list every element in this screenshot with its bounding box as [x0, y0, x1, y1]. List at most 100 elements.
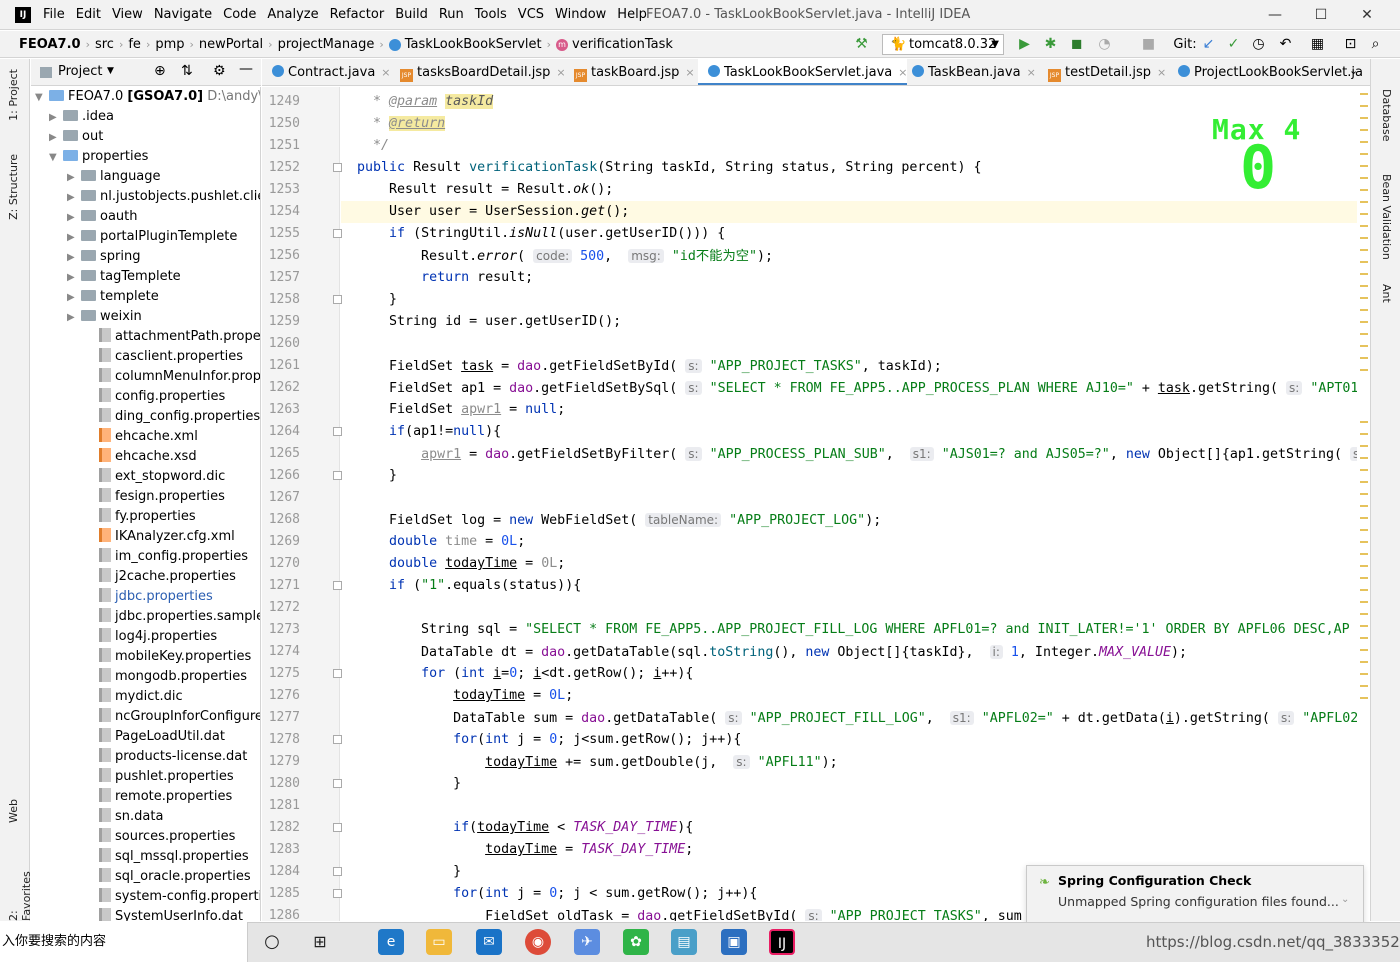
tree-item[interactable]: fesign.properties: [85, 487, 225, 507]
breadcrumb-item[interactable]: verificationTask: [572, 31, 673, 58]
tree-item[interactable]: ▶ language: [67, 167, 161, 187]
intellij-taskbar-icon[interactable]: IJ: [769, 929, 795, 955]
build-hammer-icon[interactable]: ⚒: [853, 36, 870, 53]
editor-tab[interactable]: TaskBean.java ×: [902, 59, 1036, 85]
close-tab-icon[interactable]: ×: [1157, 66, 1166, 79]
minimize-icon[interactable]: —: [1265, 5, 1285, 25]
stop-icon[interactable]: ■: [1140, 36, 1157, 53]
menu-file[interactable]: File: [43, 0, 65, 30]
tab-bean-validation[interactable]: Bean Validation: [1380, 174, 1393, 260]
menu-vcs[interactable]: VCS: [518, 0, 544, 30]
project-structure-icon[interactable]: ▦: [1309, 36, 1326, 53]
menu-refactor[interactable]: Refactor: [330, 0, 385, 30]
tree-item[interactable]: sources.properties: [85, 827, 235, 847]
expand-arrow-icon[interactable]: ▶: [67, 168, 81, 188]
run-config-select[interactable]: tomcat8.0.32 ▼ 🐈: [882, 34, 1004, 55]
project-view-select[interactable]: Project: [58, 64, 102, 79]
menu-edit[interactable]: Edit: [76, 0, 101, 30]
tree-item[interactable]: ▶ weixin: [67, 307, 142, 327]
close-tab-icon[interactable]: ×: [685, 66, 694, 79]
breadcrumb-item[interactable]: fe: [128, 31, 141, 58]
tree-item[interactable]: ▶ templete: [67, 287, 159, 307]
tree-item[interactable]: ▶ .idea: [49, 107, 114, 127]
tree-item[interactable]: ▶ spring: [67, 247, 140, 267]
menu-help[interactable]: Help: [617, 0, 647, 30]
tree-item[interactable]: casclient.properties: [85, 347, 243, 367]
tree-item[interactable]: jdbc.properties: [85, 587, 213, 607]
rollback-icon[interactable]: ↶: [1277, 36, 1294, 53]
search-icon[interactable]: ⌕: [1367, 36, 1384, 53]
menu-view[interactable]: View: [112, 0, 143, 30]
editor-tab[interactable]: JSP testDetail.jsp ×: [1038, 59, 1166, 85]
tree-item[interactable]: ehcache.xml: [85, 427, 198, 447]
tree-item[interactable]: ding_config.properties: [85, 407, 260, 427]
expand-arrow-icon[interactable]: ▶: [67, 208, 81, 228]
expand-arrow-icon[interactable]: ▼: [49, 148, 63, 168]
scrollbar-marks[interactable]: [1357, 87, 1370, 921]
wechat-icon[interactable]: ✿: [623, 929, 649, 955]
tree-item[interactable]: fy.properties: [85, 507, 196, 527]
breadcrumb-item[interactable]: projectManage: [278, 31, 375, 58]
profile-icon[interactable]: ◔: [1096, 36, 1113, 53]
tree-item[interactable]: log4j.properties: [85, 627, 217, 647]
git-update-icon[interactable]: ↙: [1200, 36, 1217, 53]
breadcrumb-item[interactable]: newPortal: [199, 31, 263, 58]
tree-item[interactable]: im_config.properties: [85, 547, 248, 567]
close-icon[interactable]: ✕: [1357, 5, 1377, 25]
tree-item[interactable]: PageLoadUtil.dat: [85, 727, 225, 747]
tree-item[interactable]: mongodb.properties: [85, 667, 247, 687]
tab-project[interactable]: 1: Project: [7, 69, 20, 121]
tree-item[interactable]: sql_mssql.properties: [85, 847, 249, 867]
tab-ant[interactable]: Ant: [1380, 284, 1393, 303]
breadcrumb-item[interactable]: TaskLookBookServlet: [405, 31, 542, 58]
tree-item[interactable]: ▶ portalPluginTemplete: [67, 227, 237, 247]
menu-navigate[interactable]: Navigate: [154, 0, 212, 30]
locate-icon[interactable]: ⊕: [154, 63, 166, 79]
chrome-icon[interactable]: ◉: [525, 929, 551, 955]
tree-item[interactable]: columnMenuInfor.properties: [85, 367, 260, 387]
expand-arrow-icon[interactable]: ▶: [67, 268, 81, 288]
tab-favorites[interactable]: 2: Favorites: [7, 859, 33, 921]
menu-run[interactable]: Run: [439, 0, 464, 30]
feishu-icon[interactable]: ✈: [574, 929, 600, 955]
menu-window[interactable]: Window: [555, 0, 606, 30]
collapse-icon[interactable]: ⇅: [181, 63, 193, 79]
debug-icon[interactable]: ✱: [1042, 36, 1059, 53]
breadcrumb-item[interactable]: pmp: [155, 31, 184, 58]
tree-item[interactable]: pushlet.properties: [85, 767, 234, 787]
tree-item[interactable]: ext_stopword.dic: [85, 467, 225, 487]
notepad-icon[interactable]: ▤: [671, 929, 697, 955]
tree-root[interactable]: ▼ FEOA7.0 [GSOA7.0] D:\andy\idea: [35, 87, 260, 107]
breadcrumb-item[interactable]: src: [95, 31, 114, 58]
chevron-down-icon[interactable]: ▼: [107, 66, 114, 76]
expand-arrow-icon[interactable]: ▶: [49, 128, 63, 148]
close-tab-icon[interactable]: ×: [1027, 66, 1036, 79]
tree-item[interactable]: products-license.dat: [85, 747, 247, 767]
editor-tab[interactable]: JSP taskBoard.jsp ×: [564, 59, 695, 85]
hide-icon[interactable]: —: [239, 61, 253, 77]
maximize-icon[interactable]: ☐: [1311, 5, 1331, 25]
tab-web[interactable]: Web: [7, 799, 20, 823]
tree-item[interactable]: ▶ tagTemplete: [67, 267, 181, 287]
taskbar-search-input[interactable]: 入你要搜索的内容: [0, 922, 248, 962]
expand-arrow-icon[interactable]: ▶: [67, 228, 81, 248]
code-editor[interactable]: * @param taskId * @return */ public Resu…: [341, 87, 1357, 921]
task-view-icon[interactable]: ○: [259, 929, 285, 955]
breadcrumb-item[interactable]: FEOA7.0: [19, 31, 81, 58]
tree-item[interactable]: sn.data: [85, 807, 163, 827]
chevron-down-icon[interactable]: ⌄: [1349, 64, 1358, 77]
history-icon[interactable]: ◷: [1250, 36, 1267, 53]
tree-item[interactable]: j2cache.properties: [85, 567, 236, 587]
expand-arrow-icon[interactable]: ▶: [67, 308, 81, 328]
tree-item[interactable]: ncGroupInforConfigure.properties: [85, 707, 260, 727]
tree-item[interactable]: ehcache.xsd: [85, 447, 197, 467]
tree-item[interactable]: remote.properties: [85, 787, 232, 807]
chevron-down-icon[interactable]: ⌄: [1341, 894, 1349, 905]
tree-item[interactable]: ▼ properties: [49, 147, 148, 167]
tree-item[interactable]: system-config.properties: [85, 887, 260, 907]
expand-arrow-icon[interactable]: ▶: [67, 188, 81, 208]
edge-icon[interactable]: e: [378, 929, 404, 955]
gear-icon[interactable]: ⚙: [213, 63, 226, 79]
mail-icon[interactable]: ✉: [476, 929, 502, 955]
editor-tab[interactable]: ProjectLookBookServlet.ja: [1168, 59, 1363, 85]
